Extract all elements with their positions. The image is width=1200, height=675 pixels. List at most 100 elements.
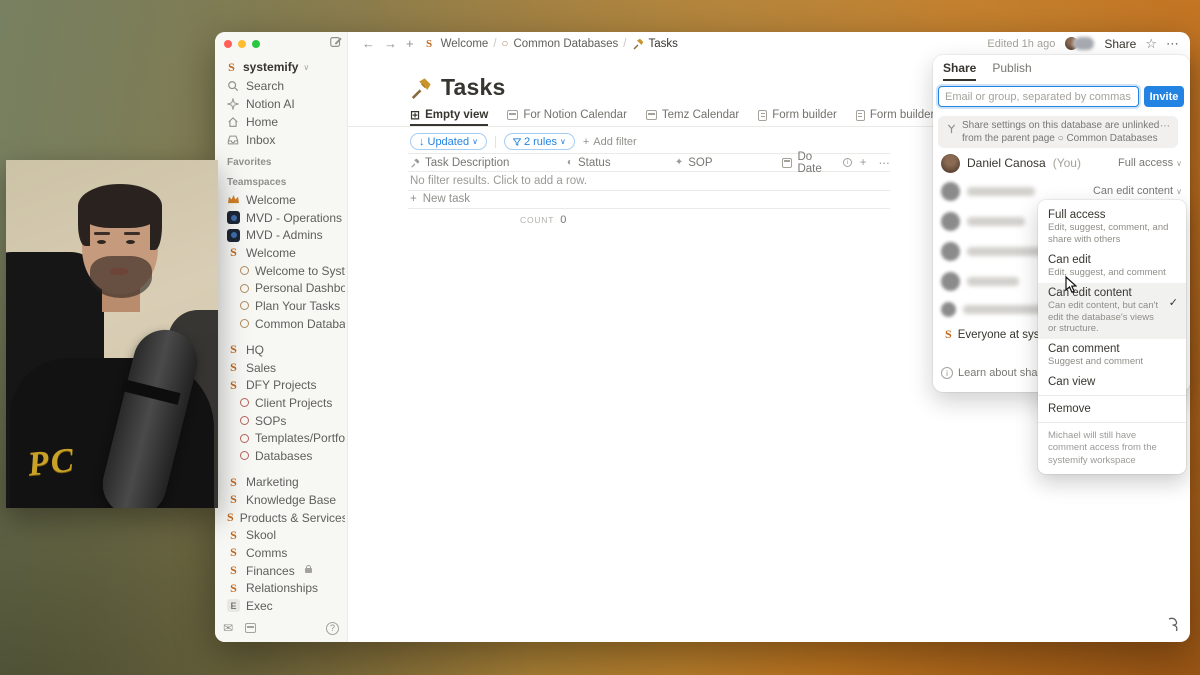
- tab-publish[interactable]: Publish: [992, 61, 1031, 81]
- rules-pill[interactable]: 2 rules ∨: [504, 133, 575, 150]
- maximize-window-button[interactable]: [252, 40, 260, 48]
- dropdown-divider: [1038, 422, 1186, 423]
- workspace-name: systemify: [243, 60, 298, 74]
- person-eye: [126, 240, 135, 244]
- plus-icon: +: [583, 136, 589, 148]
- item-label: Skool: [246, 528, 276, 542]
- sidebar-item-welcome[interactable]: Welcome: [219, 191, 345, 209]
- item-label: SOPs: [255, 414, 286, 428]
- invite-button[interactable]: Invite: [1144, 86, 1184, 107]
- sidebar-item-mvd-admins[interactable]: MVD - Admins: [219, 226, 345, 244]
- member-you-tag: (You): [1053, 156, 1081, 170]
- sidebar-item-home[interactable]: Home: [219, 113, 343, 131]
- sidebar-item-databases[interactable]: Databases: [219, 447, 345, 465]
- dropdown-item-remove[interactable]: Remove: [1038, 399, 1186, 419]
- dropdown-item-can-comment[interactable]: Can comment Suggest and comment: [1038, 339, 1186, 372]
- close-window-button[interactable]: [224, 40, 232, 48]
- breadcrumb-welcome[interactable]: Welcome: [441, 38, 489, 50]
- hammer-page-icon: [410, 77, 432, 99]
- invite-email-input[interactable]: [938, 86, 1139, 107]
- new-page-button[interactable]: [329, 35, 343, 49]
- breadcrumb-separator: /: [493, 38, 496, 50]
- redacted-name: [967, 277, 1019, 286]
- calendar-icon[interactable]: [245, 623, 256, 633]
- column-task-description[interactable]: Task Description: [408, 157, 565, 169]
- sort-label: Updated: [428, 136, 470, 148]
- member-row-daniel[interactable]: Daniel Canosa (You) Full access ∨: [933, 151, 1190, 175]
- tab-empty-view[interactable]: ⊞ Empty view: [410, 104, 488, 126]
- sidebar-item-welcome-to-systemify[interactable]: Welcome to Systemify: [219, 262, 345, 280]
- minimize-window-button[interactable]: [238, 40, 246, 48]
- notice-more-icon[interactable]: ⋯: [1160, 121, 1171, 134]
- tab-for-notion-calendar[interactable]: For Notion Calendar: [507, 104, 627, 126]
- empty-results-row[interactable]: No filter results. Click to add a row.: [408, 172, 890, 191]
- column-do-date[interactable]: Do Date i: [780, 151, 852, 175]
- chevron-down-icon: ∨: [560, 137, 566, 146]
- sidebar-item-client-projects[interactable]: Client Projects: [219, 394, 345, 412]
- access-label: Full access: [1118, 157, 1173, 169]
- sidebar-item-skool[interactable]: S Skool: [219, 526, 345, 544]
- member-access-selector[interactable]: Full access ∨: [1118, 157, 1182, 169]
- sidebar-item-common-databases[interactable]: Common Databases: [219, 315, 345, 333]
- member-access-selector[interactable]: Can edit content ∨: [1093, 185, 1182, 197]
- table-view-icon: ⊞: [410, 108, 420, 122]
- sidebar-item-templates-portfolio[interactable]: Templates/Portfolio: [219, 429, 345, 447]
- sidebar-item-sops[interactable]: SOPs: [219, 412, 345, 430]
- sidebar-item-search[interactable]: Search: [219, 77, 343, 95]
- tab-share[interactable]: Share: [943, 61, 976, 81]
- dropdown-item-full-access[interactable]: Full access Edit, suggest, comment, and …: [1038, 205, 1186, 250]
- sidebar-item-inbox[interactable]: Inbox: [219, 131, 343, 149]
- breadcrumb-common-databases[interactable]: Common Databases: [513, 38, 618, 50]
- column-sop[interactable]: ✦ SOP: [673, 157, 780, 169]
- dropdown-item-can-edit-content[interactable]: Can edit content Can edit content, but c…: [1038, 283, 1186, 340]
- sidebar-item-personal-dashboards[interactable]: Personal Dashboards: [219, 279, 345, 297]
- help-button[interactable]: ?: [326, 622, 339, 635]
- sidebar-item-finances[interactable]: S Finances: [219, 562, 345, 580]
- dropdown-item-can-view[interactable]: Can view: [1038, 372, 1186, 392]
- more-options-icon[interactable]: ⋯: [1166, 36, 1180, 52]
- sidebar-item-exec[interactable]: E Exec: [219, 597, 345, 615]
- sidebar-item-dfy-projects[interactable]: S DFY Projects: [219, 376, 345, 394]
- sidebar-item-relationships[interactable]: S Relationships: [219, 579, 345, 597]
- tab-form-builder-1[interactable]: Form builder: [758, 104, 837, 126]
- workspace-switcher[interactable]: S systemify ∨: [221, 56, 341, 78]
- item-label: Client Projects: [255, 396, 332, 410]
- item-label: Welcome: [246, 246, 296, 260]
- option-label: Full access: [1048, 209, 1176, 221]
- sidebar-item-welcome-2[interactable]: S Welcome: [219, 244, 345, 262]
- column-status[interactable]: ◐ Status: [565, 157, 673, 169]
- sidebar-item-comms[interactable]: S Comms: [219, 544, 345, 562]
- sidebar-item-notion-ai[interactable]: Notion AI: [219, 95, 343, 113]
- count-row[interactable]: COUNT 0: [408, 214, 890, 226]
- sidebar-item-mvd-operations[interactable]: MVD - Operations: [219, 209, 345, 227]
- new-task-row[interactable]: + New task: [408, 191, 890, 210]
- tab-temz-calendar[interactable]: Temz Calendar: [646, 104, 739, 126]
- breadcrumb-tasks[interactable]: Tasks: [649, 38, 678, 50]
- forward-button[interactable]: →: [384, 36, 397, 51]
- sidebar-item-products-services[interactable]: S Products & Services: [219, 509, 345, 527]
- tab-form-builder-2[interactable]: Form builder: [856, 104, 935, 126]
- dropdown-item-can-edit[interactable]: Can edit Edit, suggest, and comment: [1038, 250, 1186, 283]
- invite-members-icon[interactable]: ✉: [223, 621, 233, 635]
- table-options-icon[interactable]: ⋯: [877, 156, 891, 170]
- new-tab-button[interactable]: +: [406, 36, 414, 51]
- sidebar-item-sales[interactable]: S Sales: [219, 359, 345, 377]
- share-button[interactable]: Share: [1104, 37, 1136, 51]
- sidebar-item-plan-your-tasks[interactable]: Plan Your Tasks: [219, 297, 345, 315]
- sidebar-item-hq[interactable]: S HQ: [219, 341, 345, 359]
- nav-label: Home: [246, 115, 278, 129]
- add-column-button[interactable]: +: [858, 157, 867, 169]
- add-filter-button[interactable]: + Add filter: [583, 136, 637, 148]
- favorite-star-icon[interactable]: ☆: [1145, 36, 1157, 52]
- sidebar-item-marketing[interactable]: S Marketing: [219, 473, 345, 491]
- redacted-name: [967, 217, 1025, 226]
- item-label: Exec: [246, 599, 273, 613]
- webcam-overlay: PC: [6, 160, 218, 508]
- item-label: Welcome: [246, 193, 296, 207]
- sort-pill[interactable]: ↓ Updated ∨: [410, 133, 487, 150]
- notice-page-link[interactable]: ○ Common Databases: [1058, 133, 1158, 144]
- sidebar: S systemify ∨ Search Notion AI Home: [215, 32, 348, 642]
- back-button[interactable]: ←: [362, 36, 375, 51]
- person-brow: [124, 232, 140, 235]
- sidebar-item-knowledge-base[interactable]: S Knowledge Base: [219, 491, 345, 509]
